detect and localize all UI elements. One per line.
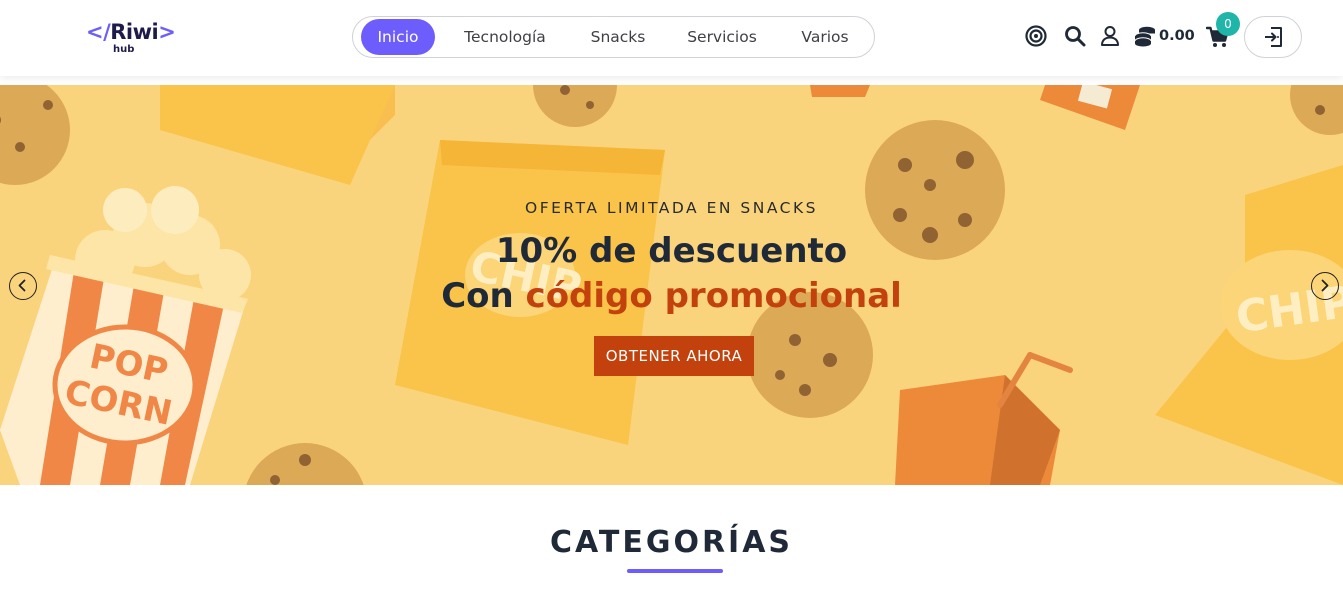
promo-banner: CHIP CHIP POP CORN OFERTA LIMITADA EN SN…: [0, 85, 1343, 485]
nav-item-inicio[interactable]: Inicio: [361, 19, 435, 55]
target-icon[interactable]: [1024, 24, 1048, 48]
login-icon: [1265, 27, 1282, 47]
logo-subtitle: hub: [113, 44, 135, 55]
user-icon[interactable]: [1098, 24, 1122, 48]
promo-subheadline: Con código promocional: [441, 276, 902, 316]
heading-underline: [627, 569, 723, 573]
cart-count-badge: 0: [1216, 12, 1240, 36]
coins-icon: [1134, 26, 1155, 47]
nav-item-servicios[interactable]: Servicios: [673, 19, 771, 55]
promo-code-highlight: código promocional: [525, 276, 902, 316]
carousel-next-button[interactable]: [1311, 272, 1339, 300]
main-nav: Inicio Tecnología Snacks Servicios Vario…: [352, 16, 875, 58]
riwi-hub-logo[interactable]: </Riwi> hub: [86, 18, 176, 58]
chevron-left-icon: [18, 279, 26, 292]
coins-value: 0.00: [1159, 28, 1195, 44]
chevron-right-icon: [1321, 279, 1329, 292]
get-now-button[interactable]: OBTENER AHORA: [594, 336, 754, 376]
promo-headline: 10% de descuento: [495, 231, 848, 271]
nav-item-tecnologia[interactable]: Tecnología: [447, 19, 563, 55]
logo-wordmark: </Riwi>: [86, 20, 176, 44]
carousel-prev-button[interactable]: [9, 272, 37, 300]
login-button[interactable]: [1244, 16, 1302, 58]
categories-heading: CATEGORÍAS: [549, 525, 794, 560]
search-icon[interactable]: [1063, 24, 1087, 48]
nav-item-varios[interactable]: Varios: [783, 19, 867, 55]
site-header: </Riwi> hub Inicio Tecnología Snacks Ser…: [0, 0, 1343, 76]
promo-eyebrow: OFERTA LIMITADA EN SNACKS: [525, 199, 818, 217]
nav-item-snacks[interactable]: Snacks: [575, 19, 661, 55]
